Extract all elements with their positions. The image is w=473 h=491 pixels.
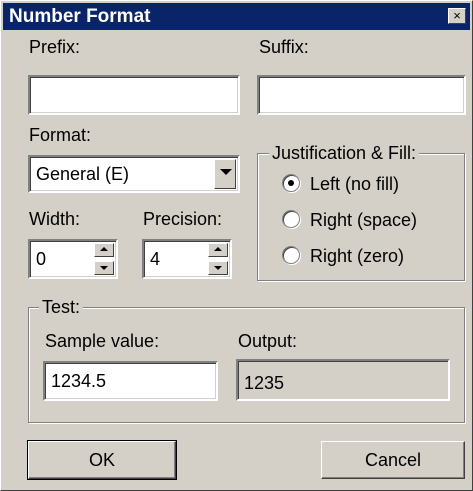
width-stepper[interactable]: 0 (28, 239, 118, 279)
radio-button-icon[interactable] (282, 210, 300, 228)
ok-button[interactable]: OK (27, 440, 177, 480)
prefix-label: Prefix: (29, 37, 81, 57)
chevron-down-icon[interactable] (214, 159, 236, 189)
precision-increment-icon[interactable] (208, 243, 228, 257)
output-value: 1235 (244, 373, 285, 393)
radio-selected-dot (288, 180, 294, 186)
width-value: 0 (36, 249, 47, 269)
sample-value-input[interactable]: 1234.5 (43, 361, 218, 401)
test-legend: Test: (39, 297, 84, 317)
format-label: Format: (29, 125, 92, 145)
sample-value-label: Sample value: (45, 331, 160, 351)
radio-button-icon[interactable] (282, 174, 300, 192)
radio-button-icon[interactable] (282, 246, 300, 264)
format-selected-value: General (E) (36, 164, 130, 184)
number-format-dialog: Number Format × Prefix: Suffix: Format: … (0, 0, 473, 491)
radio-right-zero[interactable]: Right (zero) (282, 245, 452, 267)
sample-value-text: 1234.5 (51, 371, 107, 391)
radio-label: Right (zero) (310, 246, 405, 266)
precision-value: 4 (150, 249, 161, 269)
suffix-input[interactable] (257, 75, 466, 115)
output-field: 1235 (236, 359, 450, 401)
radio-label: Right (space) (310, 210, 418, 230)
precision-stepper[interactable]: 4 (142, 239, 232, 279)
output-label: Output: (238, 331, 298, 351)
width-decrement-icon[interactable] (94, 261, 114, 275)
radio-label: Left (no fill) (310, 174, 400, 194)
prefix-input[interactable] (28, 75, 240, 115)
close-icon[interactable]: × (448, 8, 466, 24)
suffix-label: Suffix: (259, 37, 309, 57)
title-bar[interactable]: Number Format × (3, 3, 470, 30)
format-dropdown[interactable]: General (E) (28, 155, 240, 193)
precision-label: Precision: (143, 209, 223, 229)
width-label: Width: (29, 209, 81, 229)
window-title: Number Format (9, 6, 151, 27)
radio-right-space[interactable]: Right (space) (282, 209, 452, 231)
radio-left-no-fill[interactable]: Left (no fill) (282, 173, 452, 195)
width-increment-icon[interactable] (94, 243, 114, 257)
precision-decrement-icon[interactable] (208, 261, 228, 275)
cancel-button[interactable]: Cancel (321, 441, 465, 479)
justification-legend: Justification & Fill: (269, 143, 420, 163)
